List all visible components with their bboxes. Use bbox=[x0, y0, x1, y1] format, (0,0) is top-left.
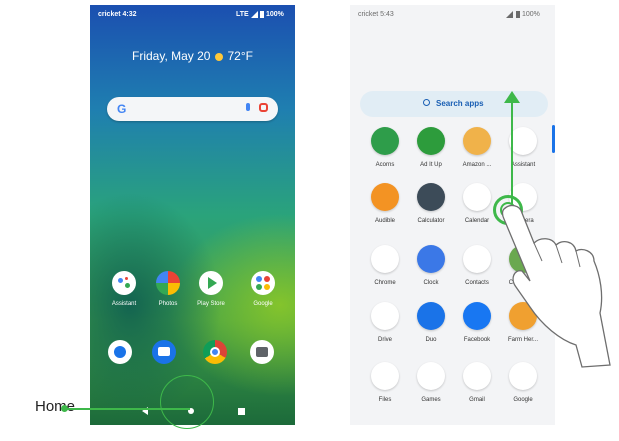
home-callout-label: Home bbox=[35, 398, 76, 415]
sun-icon bbox=[215, 52, 224, 61]
lens-icon[interactable] bbox=[259, 103, 268, 112]
search-apps-label: Search apps bbox=[436, 99, 484, 108]
app-label: Google bbox=[253, 301, 273, 307]
app-icon bbox=[371, 302, 399, 330]
home-app-photos[interactable]: Photos bbox=[146, 271, 190, 307]
swipe-arrow-head bbox=[504, 91, 520, 103]
app-icon bbox=[463, 127, 491, 155]
home-app-google-folder[interactable]: Google bbox=[241, 271, 285, 307]
signal-icon bbox=[506, 11, 513, 18]
dock-chrome[interactable] bbox=[203, 340, 227, 364]
app-icon bbox=[463, 183, 491, 211]
hand-gesture-icon bbox=[501, 204, 611, 368]
status-battery: 100% bbox=[522, 11, 540, 18]
google-logo: G bbox=[117, 102, 127, 116]
google-folder-icon bbox=[251, 271, 275, 295]
app-icon bbox=[371, 183, 399, 211]
app-label: Assistant bbox=[111, 301, 137, 307]
chrome-icon bbox=[210, 347, 220, 357]
signal-icon bbox=[251, 11, 258, 18]
app-icon bbox=[463, 245, 491, 273]
app-icon bbox=[463, 362, 491, 390]
app-icon bbox=[417, 127, 445, 155]
app-assistant[interactable]: Assistant bbox=[496, 127, 550, 177]
app-icon bbox=[417, 245, 445, 273]
dock-camera[interactable] bbox=[250, 340, 274, 364]
app-icon bbox=[371, 362, 399, 390]
app-icon bbox=[417, 183, 445, 211]
status-carrier-time: cricket 4:32 bbox=[98, 11, 137, 18]
home-app-assistant[interactable]: Assistant bbox=[102, 271, 146, 307]
home-app-play-store[interactable]: Play Store bbox=[189, 271, 233, 307]
app-icon bbox=[463, 302, 491, 330]
assistant-icon bbox=[112, 271, 136, 295]
app-icon bbox=[371, 127, 399, 155]
messages-icon bbox=[158, 347, 170, 356]
app-label: Photos bbox=[158, 301, 178, 307]
app-label: Play Store bbox=[197, 301, 225, 307]
microphone-icon[interactable] bbox=[246, 103, 250, 111]
app-label: Assistant bbox=[510, 162, 536, 168]
weather-text: 72°F bbox=[227, 49, 253, 63]
recents-button[interactable] bbox=[238, 408, 245, 415]
status-network: LTE bbox=[236, 11, 249, 18]
date-text: Friday, May 20 bbox=[132, 49, 211, 63]
google-search-bar[interactable]: G bbox=[107, 97, 278, 121]
play-store-icon bbox=[199, 271, 223, 295]
search-icon bbox=[423, 99, 430, 106]
dock-messages[interactable] bbox=[152, 340, 176, 364]
dock-phone[interactable] bbox=[108, 340, 132, 364]
app-icon bbox=[509, 127, 537, 155]
status-battery: 100% bbox=[266, 11, 284, 18]
camera-icon bbox=[256, 347, 268, 357]
date-weather-widget[interactable]: Friday, May 20 72°F bbox=[90, 49, 295, 63]
battery-icon bbox=[260, 11, 264, 18]
app-icon bbox=[417, 362, 445, 390]
app-icon bbox=[371, 245, 399, 273]
app-icon bbox=[417, 302, 445, 330]
phone-icon bbox=[114, 346, 126, 358]
battery-icon bbox=[516, 11, 520, 18]
app-label: Google bbox=[513, 397, 533, 403]
status-carrier-time: cricket 5:43 bbox=[358, 11, 394, 18]
scrollbar[interactable] bbox=[552, 125, 555, 153]
photos-icon bbox=[156, 271, 180, 295]
home-highlight-ring bbox=[160, 375, 214, 429]
home-screen: cricket 4:32 LTE 100% Friday, May 20 72°F… bbox=[90, 5, 295, 425]
